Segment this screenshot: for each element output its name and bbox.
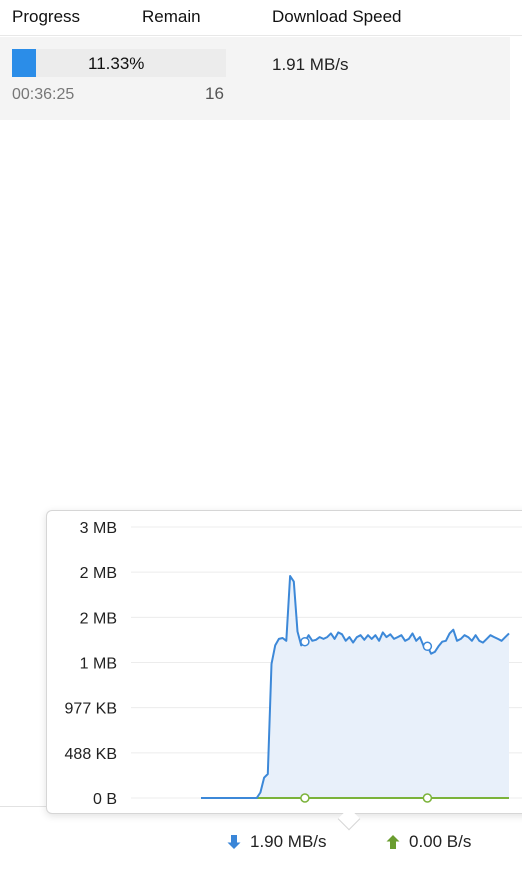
y-tick-label: 2 MB bbox=[80, 565, 117, 582]
y-tick-label: 3 MB bbox=[80, 520, 117, 537]
arrow-down-icon bbox=[227, 835, 241, 849]
column-header: Progress Remain Download Speed bbox=[0, 0, 522, 36]
task-row[interactable]: 11.33% 00:36:25 16 1.91 MB/s bbox=[0, 37, 510, 120]
remain-value: 16 bbox=[205, 84, 224, 103]
chart-series bbox=[201, 575, 510, 803]
y-tick-label: 977 KB bbox=[65, 701, 117, 718]
download-manager: Progress Remain Download Speed 11.33% 00… bbox=[0, 0, 522, 872]
download-area bbox=[201, 576, 509, 798]
chart-y-axis: 3 MB 2 MB 2 MB 1 MB 977 KB 488 KB 0 B bbox=[65, 520, 117, 808]
status-download-speed[interactable]: 1.90 MB/s bbox=[226, 832, 327, 852]
y-tick-label: 488 KB bbox=[65, 746, 117, 763]
download-point-marker bbox=[422, 641, 433, 652]
arrow-up-icon bbox=[386, 835, 400, 849]
speed-chart-popup: 3 MB 2 MB 2 MB 1 MB 977 KB 488 KB 0 B bbox=[46, 510, 522, 814]
task-download-speed: 1.91 MB/s bbox=[272, 55, 349, 74]
y-tick-label: 2 MB bbox=[80, 610, 117, 627]
column-remain[interactable]: Remain bbox=[142, 7, 201, 27]
download-point-marker bbox=[300, 636, 310, 647]
column-download-speed[interactable]: Download Speed bbox=[272, 7, 401, 27]
column-progress[interactable]: Progress bbox=[12, 7, 80, 27]
upload-point-marker bbox=[300, 793, 310, 803]
divider bbox=[0, 806, 46, 807]
status-upload-speed[interactable]: 0.00 B/s bbox=[385, 832, 471, 852]
y-tick-label: 1 MB bbox=[80, 656, 117, 673]
status-download-value: 1.90 MB/s bbox=[250, 832, 327, 851]
y-tick-label: 0 B bbox=[93, 791, 117, 808]
progress-bar-fill bbox=[12, 49, 37, 77]
upload-point-marker bbox=[422, 793, 433, 803]
speed-chart: 3 MB 2 MB 2 MB 1 MB 977 KB 488 KB 0 B bbox=[65, 520, 522, 808]
progress-percent: 11.33% bbox=[88, 54, 145, 73]
status-upload-value: 0.00 B/s bbox=[409, 832, 472, 851]
elapsed-time: 00:36:25 bbox=[12, 86, 75, 103]
